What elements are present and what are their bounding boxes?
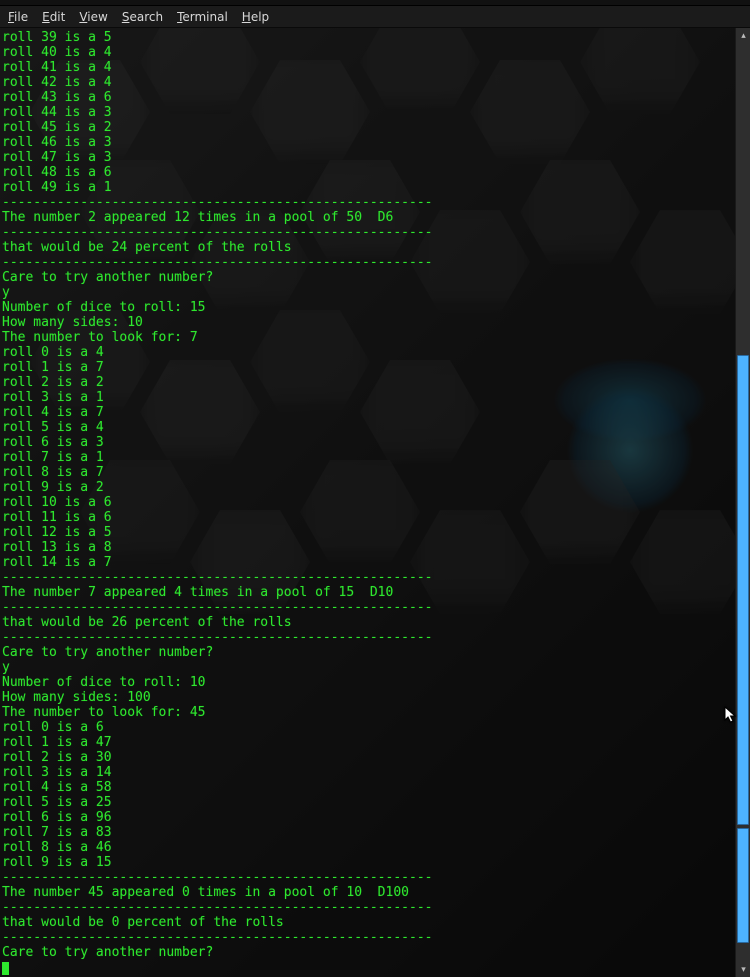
menu-terminal[interactable]: Terminal [177, 10, 228, 24]
terminal-output[interactable]: roll 39 is a 5 roll 40 is a 4 roll 41 is… [0, 28, 735, 977]
menu-edit[interactable]: Edit [42, 10, 65, 24]
scrollbar-track[interactable] [736, 43, 750, 962]
menu-search[interactable]: Search [122, 10, 163, 24]
scrollbar-thumb-lower[interactable] [737, 828, 749, 943]
scrollbar[interactable]: ▴ ▾ [735, 28, 750, 977]
menu-file[interactable]: File [8, 10, 28, 24]
scrollbar-thumb[interactable] [737, 355, 749, 825]
menubar: File Edit View Search Terminal Help [0, 6, 750, 28]
terminal-cursor [2, 962, 9, 975]
scroll-up-arrow[interactable]: ▴ [736, 28, 750, 43]
scroll-down-arrow[interactable]: ▾ [736, 962, 750, 977]
menu-help[interactable]: Help [242, 10, 269, 24]
menu-view[interactable]: View [79, 10, 107, 24]
